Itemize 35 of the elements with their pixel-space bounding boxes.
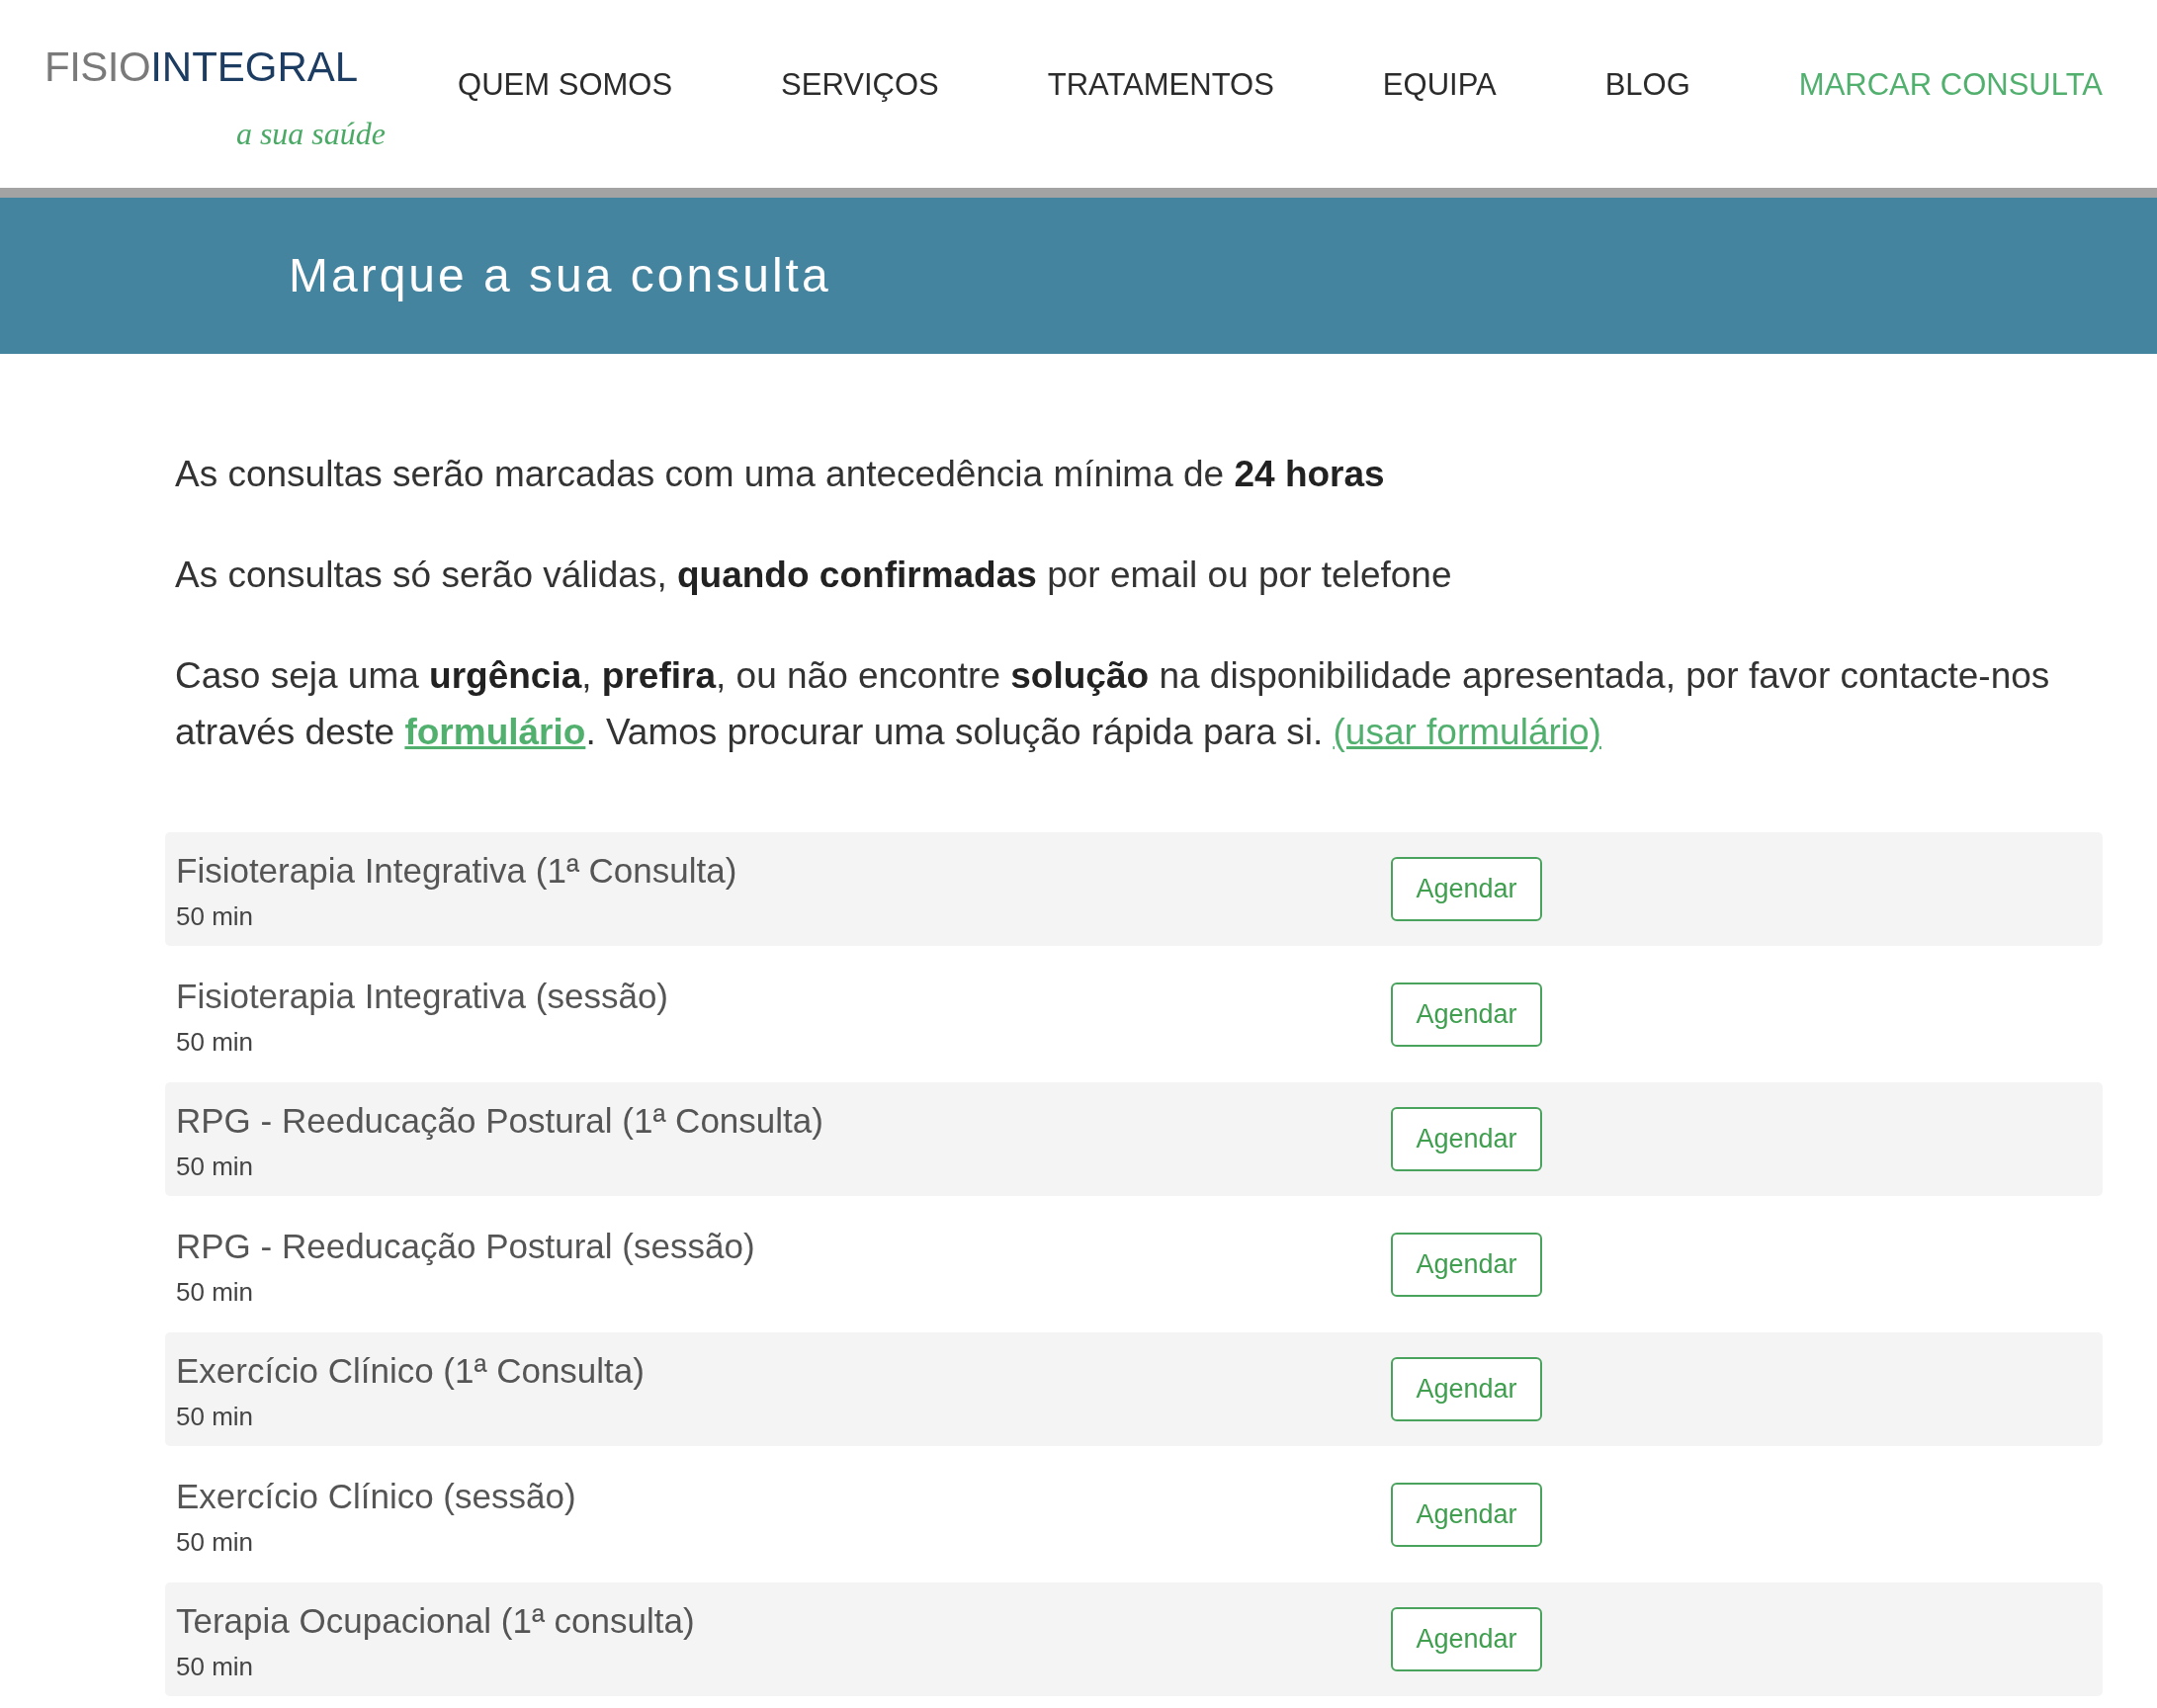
form-link[interactable]: (usar formulário) [1333, 712, 1601, 752]
nav-link[interactable]: QUEM SOMOS [458, 69, 673, 100]
service-duration: 50 min [176, 1526, 255, 1557]
page-title: Marque a sua consulta [289, 252, 831, 299]
schedule-button[interactable]: Agendar [1391, 1107, 1542, 1171]
schedule-button[interactable]: Agendar [1391, 982, 1542, 1047]
service-name: Fisioterapia Integrativa (1ª Consulta) [176, 851, 738, 891]
service-duration: 50 min [176, 1276, 255, 1307]
service-duration: 50 min [176, 1026, 255, 1057]
service-duration: 50 min [176, 1402, 255, 1431]
schedule-button[interactable]: Agendar [1391, 1607, 1542, 1671]
service-name: RPG - Reeducação Postural (sessão) [176, 1226, 756, 1266]
form-link[interactable]: formulário [404, 712, 586, 752]
service-duration: 50 min [176, 1152, 255, 1181]
info-paragraph: As consultas serão marcadas com uma antecedência mínima de 24 horas [174, 453, 1386, 496]
service-duration: 50 min [176, 901, 255, 931]
schedule-button[interactable]: Agendar [1391, 1357, 1542, 1421]
service-name: Fisioterapia Integrativa (sessão) [176, 976, 669, 1016]
logo-wordmark[interactable]: FISIOINTEGRAL [44, 46, 359, 88]
service-duration: 50 min [176, 1652, 255, 1681]
nav-link[interactable]: TRATAMENTOS [1047, 69, 1274, 100]
service-name: Exercício Clínico (sessão) [176, 1476, 577, 1516]
service-name: Exercício Clínico (1ª Consulta) [176, 1351, 646, 1391]
service-name: RPG - Reeducação Postural (1ª Consulta) [176, 1101, 824, 1141]
info-paragraph: Caso seja uma urgência, prefira, ou não encontre solução na disponibilidade apresentada, por favor contacte-nos através deste formulário. Vamos procurar uma solução rápida para si. (usar formulário) [174, 654, 2051, 754]
logo-tagline: a sua saúde [235, 118, 386, 149]
schedule-button[interactable]: Agendar [1391, 857, 1542, 921]
nav-link[interactable]: SERVIÇOS [781, 69, 939, 100]
service-name: Terapia Ocupacional (1ª consulta) [176, 1601, 696, 1641]
schedule-button[interactable]: Agendar [1391, 1232, 1542, 1297]
nav-link[interactable]: EQUIPA [1382, 69, 1497, 100]
info-paragraph: As consultas só serão válidas, quando confirmadas por email ou por telefone [174, 554, 1453, 597]
schedule-button[interactable]: Agendar [1391, 1482, 1542, 1547]
nav-link[interactable]: MARCAR CONSULTA [1798, 69, 2103, 100]
nav-link[interactable]: BLOG [1604, 69, 1690, 100]
